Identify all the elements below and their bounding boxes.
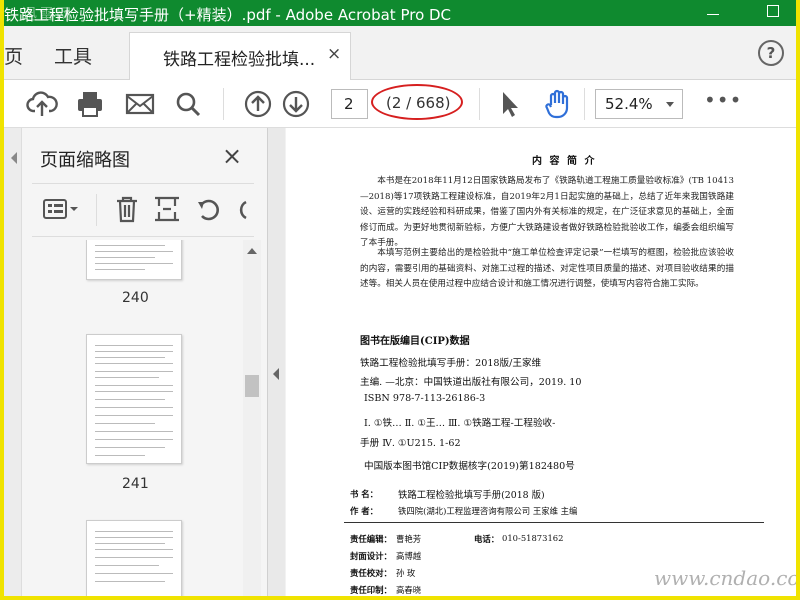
thumbnail-page[interactable] bbox=[86, 334, 182, 464]
email-icon[interactable] bbox=[124, 88, 156, 120]
page-down-icon[interactable] bbox=[280, 88, 312, 120]
thumbnail-scrollbar[interactable] bbox=[243, 240, 261, 596]
thumbnail-page[interactable] bbox=[86, 520, 182, 596]
upload-icon[interactable] bbox=[26, 88, 58, 120]
select-cursor-icon[interactable] bbox=[494, 88, 526, 120]
phone-value: 010-51873162 bbox=[502, 533, 564, 543]
toolbar-separator bbox=[584, 88, 585, 120]
thumbnail-list: 240 241 bbox=[22, 240, 242, 596]
intro-paragraph-2: 本填写范例主要给出的是检验批中“施工单位检查评定记录”一栏填写的框图，检验批应该… bbox=[360, 248, 734, 289]
scrollbar-thumb[interactable] bbox=[245, 375, 259, 397]
tab-tools[interactable]: 工具 bbox=[54, 42, 92, 69]
pane-splitter[interactable] bbox=[267, 128, 285, 596]
minimize-button[interactable] bbox=[704, 3, 724, 19]
panel-toolbar bbox=[32, 184, 254, 236]
close-panel-icon[interactable]: × bbox=[222, 142, 242, 170]
crop-icon[interactable] bbox=[152, 194, 182, 224]
proof-label: 责任校对： bbox=[350, 568, 392, 578]
collapse-arrow-icon[interactable] bbox=[11, 152, 17, 164]
author-value: 铁四院(湖北)工程监理咨询有限公司 王家维 主编 bbox=[398, 506, 578, 516]
tab-document-label: 铁路工程检验批填... bbox=[163, 50, 316, 70]
thumbnail-page[interactable] bbox=[86, 240, 182, 280]
page-number-input[interactable]: 2 bbox=[331, 89, 368, 119]
document-page: 内 容 简 介 本书是在2018年11月12日国家铁路局发布了《铁路轨道工程施工… bbox=[286, 128, 796, 596]
print-label: 责任印制： bbox=[350, 585, 392, 595]
search-icon[interactable] bbox=[172, 88, 204, 120]
toolbar: 2 (2 / 668) 52.4% ••• bbox=[4, 80, 796, 128]
cover-label: 封面设计： bbox=[350, 551, 392, 561]
cip-line: ISBN 978-7-113-26186-3 bbox=[364, 393, 486, 404]
cip-line: Ⅰ. ①铁… Ⅱ. ①王… Ⅲ. ①铁路工程-工程验收- bbox=[364, 418, 556, 429]
hand-icon[interactable] bbox=[542, 88, 574, 120]
book-value: 铁路工程检验批填写手册(2018 版) bbox=[398, 490, 545, 501]
cip-line: 铁路工程检验批填写手册：2018版/王家维 bbox=[360, 358, 542, 369]
site-watermark: www.cndao.com bbox=[654, 566, 800, 590]
editor-label: 责任编辑： bbox=[350, 534, 392, 544]
thumbnail-panel: 页面缩略图 × 240 241 bbox=[22, 128, 267, 596]
zoom-select[interactable]: 52.4% bbox=[595, 89, 683, 119]
navigation-pane-strip[interactable] bbox=[4, 128, 22, 596]
panel-separator bbox=[96, 194, 97, 226]
help-icon[interactable]: ? bbox=[758, 40, 784, 66]
thumbnail-label: 241 bbox=[122, 476, 149, 492]
print-icon[interactable] bbox=[74, 88, 106, 120]
document-heading: 内 容 简 介 bbox=[532, 156, 597, 167]
rotate-cw-icon[interactable] bbox=[228, 194, 254, 224]
divider bbox=[344, 522, 764, 523]
intro-paragraph-1: 本书是在2018年11月12日国家铁路局发布了《铁路轨道工程施工质量验收标准》(… bbox=[360, 176, 734, 248]
watermark-logo: 迅雷网 bbox=[22, 5, 74, 23]
close-tab-icon[interactable]: × bbox=[327, 44, 341, 64]
author-label: 作 者： bbox=[350, 506, 379, 516]
divider bbox=[32, 236, 254, 237]
chevron-down-icon bbox=[666, 102, 674, 107]
page-up-icon[interactable] bbox=[242, 88, 274, 120]
tab-bar: 页 工具 铁路工程检验批填... × ? bbox=[4, 26, 796, 80]
scroll-up-icon[interactable] bbox=[247, 248, 257, 254]
more-options-icon[interactable]: ••• bbox=[704, 88, 742, 112]
maximize-button[interactable] bbox=[767, 5, 779, 17]
proof-value: 孙 玫 bbox=[396, 568, 416, 578]
title-bar: 铁路工程检验批填写手册（+精装）.pdf - Adobe Acrobat Pro… bbox=[4, 0, 796, 26]
toolbar-separator bbox=[223, 88, 224, 120]
thumbnail-options-icon[interactable] bbox=[42, 194, 82, 224]
panel-title: 页面缩略图 bbox=[40, 150, 130, 171]
cip-line: 手册 Ⅳ. ①U215. 1-62 bbox=[360, 438, 461, 449]
tab-home[interactable]: 页 bbox=[4, 42, 23, 69]
book-label: 书 名： bbox=[350, 489, 379, 499]
zoom-value: 52.4% bbox=[605, 95, 653, 113]
phone-label: 电话： bbox=[474, 534, 500, 544]
editor-value: 曹艳芳 bbox=[396, 534, 422, 544]
cover-value: 高博越 bbox=[396, 551, 422, 561]
cip-heading: 图书在版编目(CIP)数据 bbox=[360, 336, 470, 347]
collapse-panel-arrow-icon[interactable] bbox=[273, 368, 279, 380]
cip-line: 中国版本图书馆CIP数据核字(2019)第182480号 bbox=[364, 461, 575, 472]
rotate-ccw-icon[interactable] bbox=[194, 194, 224, 224]
delete-icon[interactable] bbox=[112, 194, 142, 224]
print-value: 高春晓 bbox=[396, 585, 422, 595]
annotation-circle bbox=[371, 84, 463, 120]
toolbar-separator bbox=[479, 88, 480, 120]
thumbnail-label: 240 bbox=[122, 290, 149, 306]
tab-document[interactable]: 铁路工程检验批填... × bbox=[129, 32, 351, 80]
cip-line: 主编. —北京：中国铁道出版社有限公司，2019. 10 bbox=[360, 377, 582, 388]
app-window: 铁路工程检验批填写手册（+精装）.pdf - Adobe Acrobat Pro… bbox=[0, 0, 800, 600]
